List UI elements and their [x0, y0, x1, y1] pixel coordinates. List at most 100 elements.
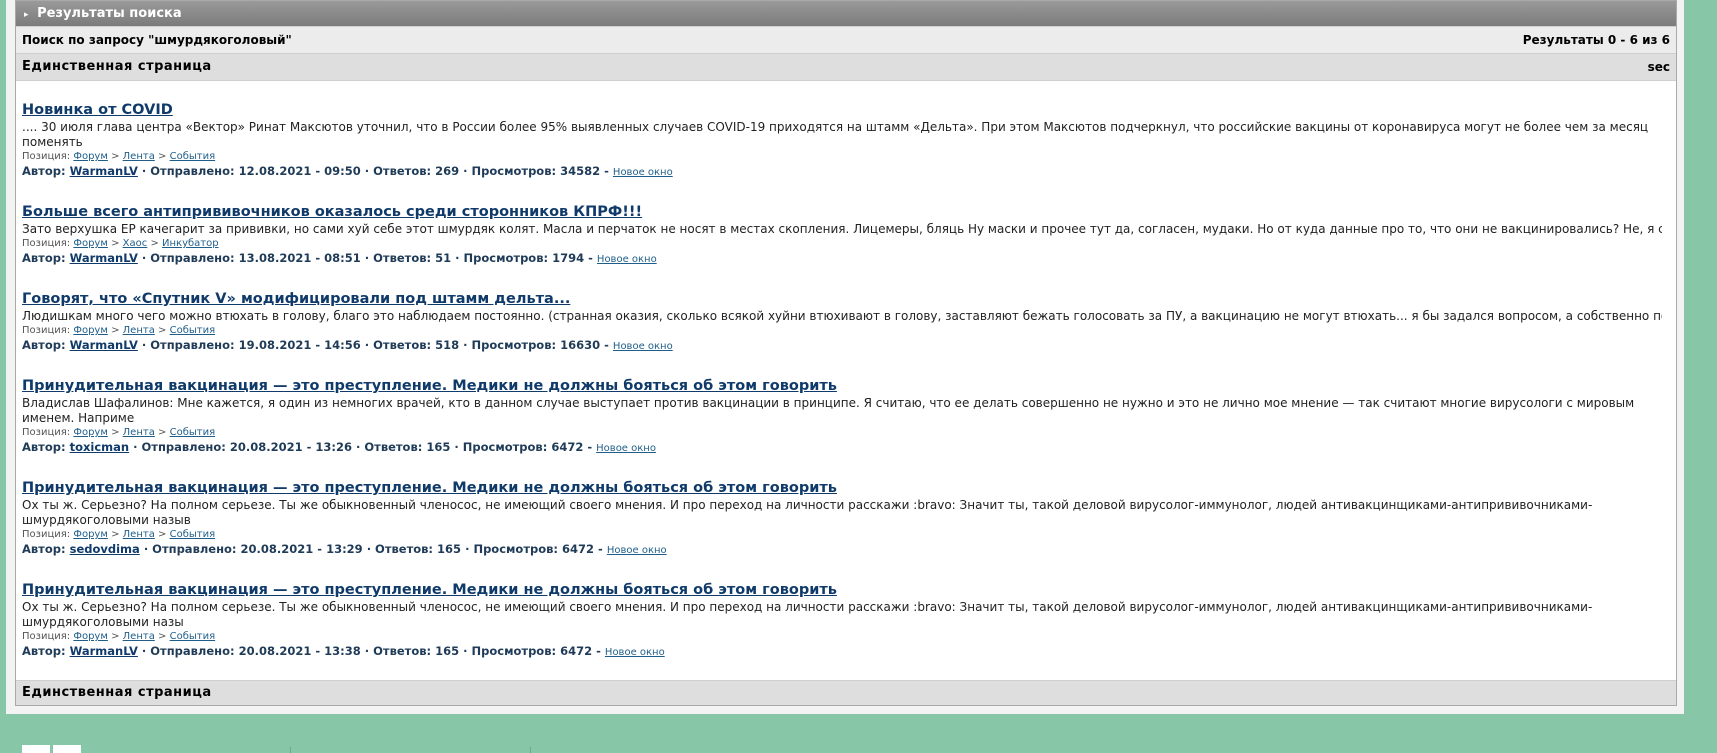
replies-count: 51 [435, 251, 452, 265]
sent-label: · Отправлено: [141, 164, 235, 178]
breadcrumb-separator: > [158, 529, 167, 540]
breadcrumb-link[interactable]: Лента [123, 151, 155, 162]
sent-label: · Отправлено: [141, 644, 235, 658]
position-label: Позиция: [22, 325, 71, 336]
breadcrumb-link[interactable]: Форум [73, 529, 108, 540]
position-label: Позиция: [22, 238, 71, 249]
author-label: Автор: [22, 542, 66, 556]
author-link[interactable]: WarmanLV [70, 251, 138, 265]
new-window-link[interactable]: Новое окно [605, 647, 665, 658]
search-result-item: Больше всего антипрививочников оказалось… [22, 203, 1670, 267]
result-position: Позиция: Форум > Лента > События [22, 150, 1670, 164]
views-count: 1794 [552, 251, 585, 265]
sent-label: · Отправлено: [143, 542, 237, 556]
result-meta: Автор: WarmanLV · Отправлено: 13.08.2021… [22, 251, 1670, 267]
views-count: 6472 [551, 440, 584, 454]
search-query-text: Поиск по запросу "шмурдякоголовый" [22, 33, 292, 47]
replies-label: · Ответов: [364, 338, 432, 352]
breadcrumb-link[interactable]: Лента [123, 427, 155, 438]
sent-date: 13.08.2021 - 08:51 [238, 251, 361, 265]
dash: - [596, 644, 601, 658]
breadcrumb-link[interactable]: Форум [73, 325, 108, 336]
breadcrumb-link[interactable]: События [170, 631, 216, 642]
dash: - [598, 542, 603, 556]
result-title-link[interactable]: Принудительная вакцинация — это преступл… [22, 377, 837, 395]
replies-label: · Ответов: [364, 251, 432, 265]
panel-titlebar: ▸ Результаты поиска [16, 1, 1676, 26]
new-window-link[interactable]: Новое окно [613, 341, 673, 352]
result-title-link[interactable]: Принудительная вакцинация — это преступл… [22, 581, 837, 599]
sent-label: · Отправлено: [133, 440, 226, 454]
collapse-arrow-icon[interactable]: ▸ [24, 10, 29, 20]
result-meta: Автор: WarmanLV · Отправлено: 20.08.2021… [22, 644, 1670, 660]
replies-count: 165 [435, 644, 460, 658]
result-meta: Автор: sedovdima · Отправлено: 20.08.202… [22, 542, 1670, 558]
sent-date: 20.08.2021 - 13:38 [238, 644, 361, 658]
search-result-item: Принудительная вакцинация — это преступл… [22, 377, 1670, 456]
bottom-button-2[interactable] [53, 745, 81, 753]
search-result-item: Новинка от COVID .... 30 июля глава цент… [22, 101, 1670, 180]
author-label: Автор: [22, 338, 66, 352]
dash: - [588, 251, 593, 265]
bottom-button-1[interactable] [22, 745, 50, 753]
views-count: 6472 [560, 644, 593, 658]
sent-label: · Отправлено: [141, 251, 235, 265]
result-title-link[interactable]: Принудительная вакцинация — это преступл… [22, 479, 837, 497]
views-label: · Просмотров: [463, 338, 557, 352]
breadcrumb-link[interactable]: Лента [123, 325, 155, 336]
author-link[interactable]: WarmanLV [70, 338, 138, 352]
replies-label: · Ответов: [366, 542, 434, 556]
breadcrumb-link[interactable]: Инкубатор [162, 238, 219, 249]
breadcrumb-link[interactable]: Хаос [123, 238, 148, 249]
new-window-link[interactable]: Новое окно [596, 443, 656, 454]
result-meta: Автор: toxicman · Отправлено: 20.08.2021… [22, 440, 1670, 456]
position-label: Позиция: [22, 631, 71, 642]
result-title-link[interactable]: Говорят, что «Спутник V» модифицировали … [22, 290, 570, 308]
views-label: · Просмотров: [463, 644, 557, 658]
breadcrumb-link[interactable]: Форум [73, 631, 108, 642]
author-link[interactable]: WarmanLV [70, 164, 138, 178]
sent-date: 20.08.2021 - 13:26 [229, 440, 352, 454]
query-bar: Поиск по запросу "шмурдякоголовый" Резул… [16, 26, 1676, 53]
breadcrumb-link[interactable]: Форум [73, 151, 108, 162]
breadcrumb-link[interactable]: Форум [73, 238, 108, 249]
panel-title: Результаты поиска [37, 6, 182, 21]
new-window-link[interactable]: Новое окно [597, 254, 657, 265]
search-result-item: Принудительная вакцинация — это преступл… [22, 581, 1670, 660]
result-position: Позиция: Форум > Хаос > Инкубатор [22, 237, 1670, 251]
author-label: Автор: [22, 251, 66, 265]
breadcrumb-link[interactable]: События [170, 427, 216, 438]
breadcrumb-link[interactable]: Лента [123, 529, 155, 540]
author-label: Автор: [22, 164, 66, 178]
replies-label: · Ответов: [364, 644, 432, 658]
result-snippet: Ох ты ж. Серьезно? На полном серьезе. Ты… [22, 498, 1593, 527]
breadcrumb-separator: > [111, 151, 120, 162]
replies-count: 165 [437, 542, 462, 556]
dash: - [604, 338, 609, 352]
replies-label: · Ответов: [356, 440, 423, 454]
views-label: · Просмотров: [463, 164, 557, 178]
author-link[interactable]: toxicman [70, 440, 130, 454]
result-title-link[interactable]: Новинка от COVID [22, 101, 173, 119]
breadcrumb-link[interactable]: События [170, 151, 216, 162]
breadcrumb-link[interactable]: Лента [123, 631, 155, 642]
new-window-link[interactable]: Новое окно [607, 545, 667, 556]
pagination-bottom: Единственная страница [16, 680, 1676, 705]
replies-count: 518 [435, 338, 460, 352]
result-meta: Автор: WarmanLV · Отправлено: 12.08.2021… [22, 164, 1670, 180]
views-count: 6472 [562, 542, 595, 556]
breadcrumb-link[interactable]: События [170, 325, 216, 336]
sec-label: sec [1647, 60, 1670, 74]
author-link[interactable]: sedovdima [70, 542, 140, 556]
search-results-panel: ▸ Результаты поиска Поиск по запросу "шм… [15, 0, 1677, 706]
breadcrumb-link[interactable]: События [170, 529, 216, 540]
sent-date: 19.08.2021 - 14:56 [238, 338, 361, 352]
author-link[interactable]: WarmanLV [70, 644, 138, 658]
breadcrumb-link[interactable]: Форум [73, 427, 108, 438]
new-window-link[interactable]: Новое окно [613, 167, 673, 178]
page-body: ▸ Результаты поиска Поиск по запросу "шм… [6, 0, 1684, 714]
breadcrumb-separator: > [158, 427, 167, 438]
result-title-link[interactable]: Больше всего антипрививочников оказалось… [22, 203, 642, 221]
result-snippet: Зато верхушка ЕР качегарит за прививки, … [22, 222, 1662, 236]
result-position: Позиция: Форум > Лента > События [22, 324, 1670, 338]
